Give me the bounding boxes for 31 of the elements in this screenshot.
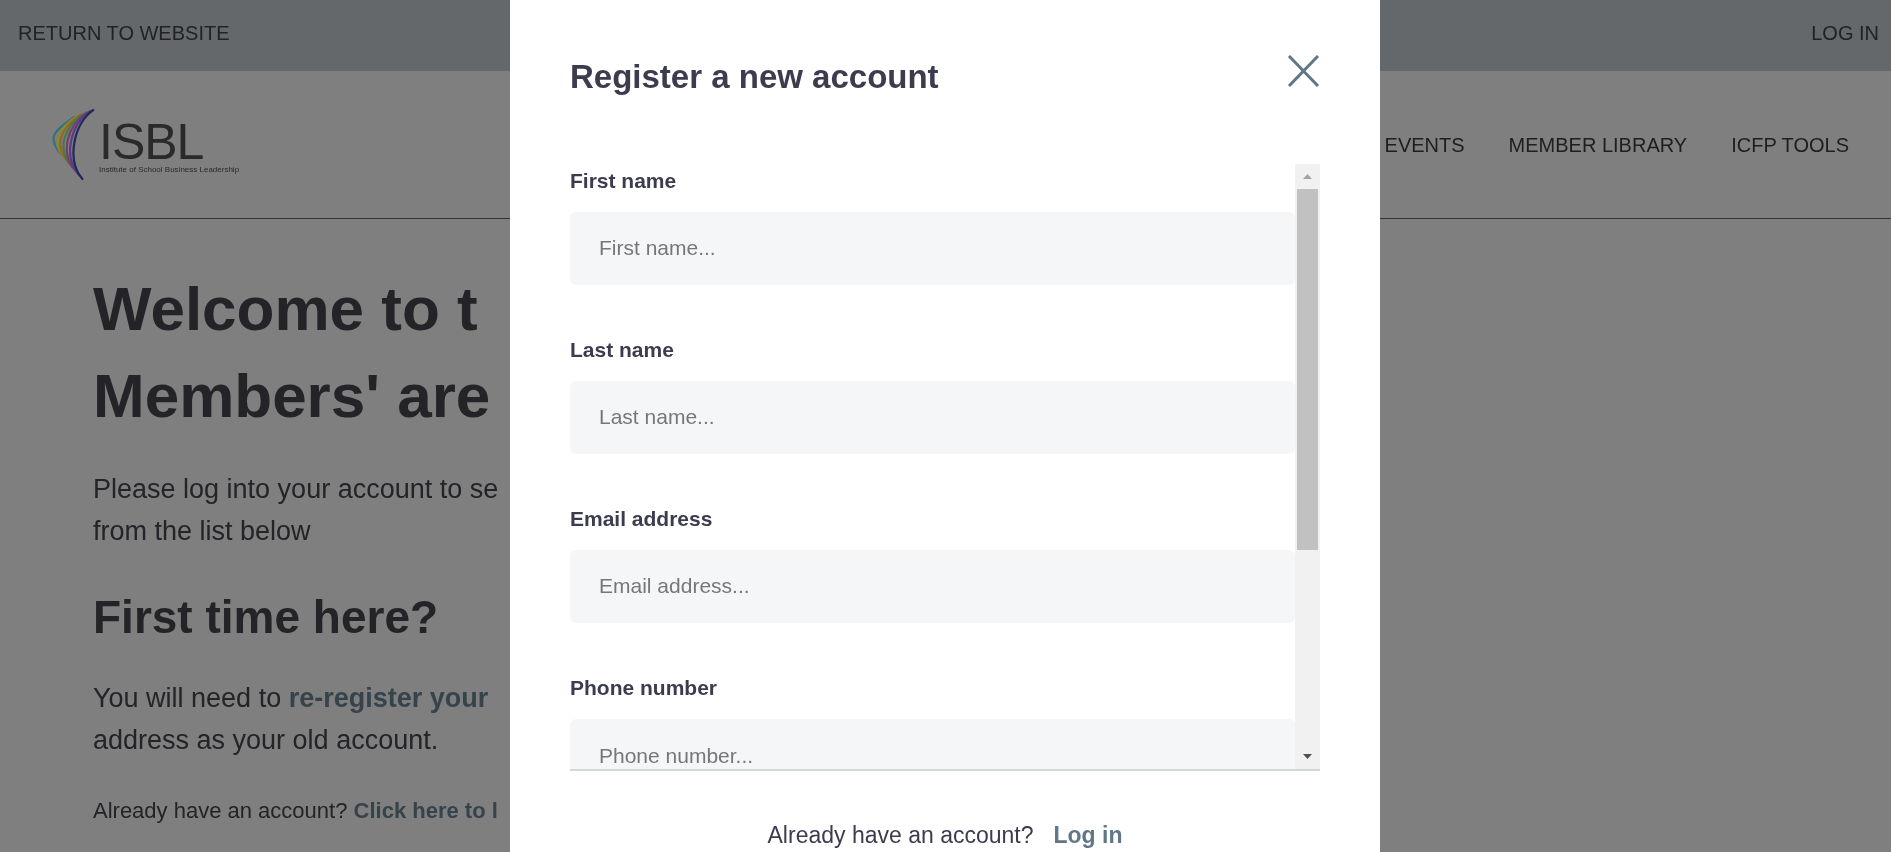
input-field[interactable]: Last name...	[570, 381, 1295, 454]
field-label: First name	[570, 168, 677, 194]
nav-link[interactable]: MEMBER LIBRARY	[1508, 129, 1688, 160]
input-field[interactable]: First name...	[570, 212, 1295, 285]
scrollbar-track[interactable]	[1295, 164, 1320, 769]
first-time-heading: First time here?	[93, 590, 439, 645]
logo-caption: Institute of School Business Leadership	[99, 164, 240, 175]
input-field[interactable]: Email address...	[570, 550, 1295, 623]
scroll-down-arrow-icon[interactable]	[1303, 754, 1312, 759]
field-label: Phone number	[570, 675, 717, 701]
scroll-up-arrow-icon[interactable]	[1303, 174, 1312, 179]
logo-wordmark: ISBL	[99, 118, 204, 165]
nav-link[interactable]: ICFP TOOLS	[1731, 129, 1849, 160]
login-prompt: Already have an account? Log in	[767, 821, 1123, 849]
field-label: Last name	[570, 337, 674, 363]
dialog-title: Register a new account	[570, 57, 939, 97]
input-field[interactable]: Phone number...	[570, 719, 1295, 769]
nav-link[interactable]: EVENTS	[1384, 129, 1465, 160]
field-label: Email address	[570, 506, 713, 532]
intro-paragraph: Please log into your account to se from the list below	[93, 473, 499, 548]
close-button[interactable]	[1287, 55, 1320, 87]
login-here-link[interactable]: Click here to l	[353, 798, 498, 823]
login-note: Already have an account? Click here to l	[93, 797, 498, 825]
scrollbar-thumb[interactable]	[1297, 189, 1318, 550]
return-to-website-link[interactable]: RETURN TO WEBSITE	[18, 17, 230, 48]
login-link[interactable]: LOG IN	[1811, 17, 1879, 48]
login-link[interactable]: Log in	[1053, 822, 1123, 848]
welcome-heading: Welcome to t Members' are	[93, 273, 491, 432]
register-note: You will need to re-register your address as your old account.	[93, 682, 489, 757]
close-icon	[1287, 55, 1320, 87]
re-register-link[interactable]: re-register your	[288, 683, 489, 713]
